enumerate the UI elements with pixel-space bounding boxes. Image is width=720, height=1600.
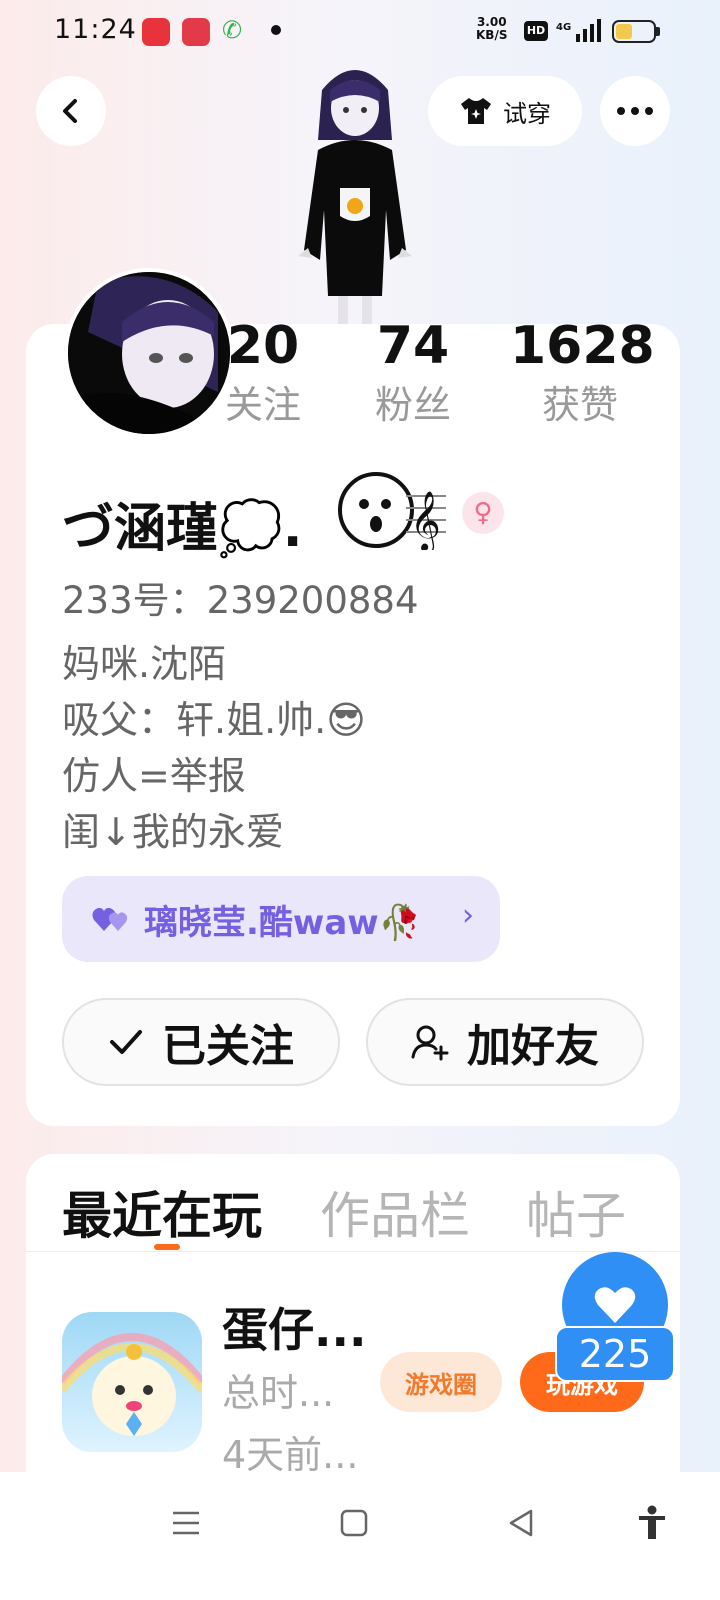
- tshirt-icon: [461, 98, 491, 124]
- game-icon[interactable]: [62, 1312, 202, 1452]
- bio-line: 仿人=举报: [62, 754, 246, 798]
- female-icon: ♀: [462, 492, 504, 534]
- nickname: づ涵瑾💭.: [62, 499, 303, 559]
- game-name: 蛋仔...: [222, 1303, 367, 1357]
- try-on-label: 试穿: [503, 99, 551, 128]
- back-triangle-icon: [509, 1509, 533, 1537]
- following-button[interactable]: 已关注: [62, 998, 340, 1086]
- phone-call-icon: ✆: [222, 16, 243, 44]
- back-button[interactable]: [36, 76, 106, 146]
- back-nav-button[interactable]: [492, 1500, 552, 1546]
- likes-label: 获赞: [541, 383, 618, 427]
- add-friend-button-label: 加好友: [467, 1021, 599, 1072]
- add-user-icon: [411, 1025, 449, 1061]
- battery-icon: [612, 20, 656, 43]
- game-app-icon: [62, 1312, 202, 1452]
- more-button[interactable]: [600, 76, 670, 146]
- following-label: 关注: [224, 383, 301, 427]
- home-button[interactable]: [324, 1500, 384, 1546]
- home-square-icon: [340, 1509, 368, 1537]
- menu-button[interactable]: [156, 1500, 216, 1546]
- nickname-decoration-icon: 𝄞: [338, 472, 446, 550]
- tab-active-indicator: [154, 1244, 180, 1250]
- fans-label: 粉丝: [374, 383, 451, 427]
- bio-line: 妈咪.沈陌: [62, 642, 227, 686]
- stat-following[interactable]: 20 关注: [222, 314, 304, 432]
- chevron-right-icon: ›: [462, 898, 474, 933]
- svg-text:𝄞: 𝄞: [410, 491, 441, 550]
- following-count: 20: [226, 316, 300, 376]
- bio: 妈咪.沈陌 吸父：轩.姐.帅.😎 仿人=举报 闺↓我的永爱: [62, 636, 366, 860]
- bio-line: 吸父：轩.姐.帅.😎: [62, 698, 366, 742]
- status-time: 11:24: [54, 14, 137, 45]
- stat-likes[interactable]: 1628 获赞: [510, 314, 655, 432]
- tab-works[interactable]: 作品栏: [320, 1176, 470, 1248]
- following-button-label: 已关注: [162, 1021, 294, 1072]
- user-id: 233号：239200884: [62, 579, 419, 622]
- tab-posts[interactable]: 帖子: [526, 1176, 626, 1248]
- net-speed: 3.00 KB/S: [476, 15, 508, 42]
- game-circle-button[interactable]: 游戏圈: [380, 1352, 502, 1412]
- tab-recently-played[interactable]: 最近在玩: [62, 1176, 262, 1248]
- stat-fans[interactable]: 74 粉丝: [368, 314, 458, 432]
- check-icon: [110, 1030, 142, 1054]
- cp-name: 璃晓莹.酷waw🥀: [144, 902, 422, 943]
- avatar[interactable]: [64, 268, 234, 438]
- status-bar: 11:24 ✆ 3.00 KB/S HD 4G: [0, 0, 720, 64]
- avatar-image: [68, 272, 230, 434]
- try-on-button[interactable]: 试穿: [428, 76, 582, 146]
- fans-count: 74: [376, 316, 450, 376]
- more-dots-icon: [617, 107, 653, 115]
- tabs-divider: [26, 1251, 680, 1252]
- double-heart-icon: [92, 907, 128, 931]
- notification-dot: [271, 25, 281, 35]
- likes-count: 1628: [510, 316, 655, 376]
- battery-cap: [656, 27, 660, 36]
- xiaohongshu-app-icon: [142, 18, 170, 46]
- svg-text:4G: 4G: [556, 22, 571, 33]
- accessibility-icon: [639, 1505, 665, 1539]
- game-total-time: 总时...: [222, 1371, 335, 1415]
- bio-line: 闺↓我的永爱: [62, 810, 284, 854]
- heart-icon: [594, 1287, 636, 1323]
- add-friend-button[interactable]: 加好友: [366, 998, 644, 1086]
- character-figure: [298, 70, 412, 324]
- like-count: 225: [555, 1326, 675, 1382]
- app-icon: [182, 18, 210, 46]
- cp-relation-chip[interactable]: 璃晓莹.酷waw🥀 ›: [62, 876, 500, 962]
- chevron-left-icon: [63, 99, 77, 123]
- menu-icon: [173, 1511, 199, 1535]
- accessibility-button[interactable]: [622, 1500, 682, 1546]
- game-last-played: 4天前...: [222, 1433, 359, 1477]
- signal-icon: 4G: [556, 19, 601, 42]
- hd-badge: HD: [524, 21, 548, 41]
